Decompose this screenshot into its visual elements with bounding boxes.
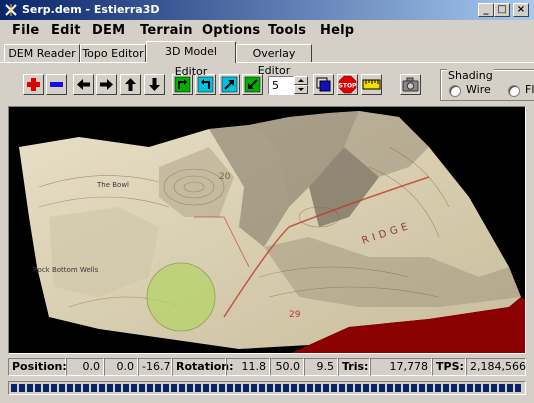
render-icon: [316, 77, 331, 92]
tilt-up-icon: [221, 76, 238, 93]
pan-down-icon: [149, 78, 160, 91]
tab-topo-editor[interactable]: Topo Editor: [80, 44, 146, 63]
zoom-in-button[interactable]: [23, 74, 44, 95]
menu-help[interactable]: Help: [320, 23, 354, 38]
render-progress-bar: [8, 381, 526, 395]
zoom-in-icon: [27, 78, 40, 91]
toolbar: 5 STOP Shading Wire Fl: [0, 63, 534, 104]
menu-dem[interactable]: DEM: [92, 23, 125, 38]
status-bar: Position: 0.0 0.0 -16.7 Rotation: 11.8 5…: [8, 358, 526, 376]
shading-group: Shading Wire Fl: [440, 69, 534, 101]
tps-value: 2,184,566: [466, 358, 526, 376]
tris-label: Tris:: [338, 358, 370, 376]
wire-label[interactable]: Wire: [466, 83, 491, 96]
pan-up-icon: [125, 78, 136, 91]
rotation-label: Rotation:: [172, 358, 234, 376]
ruler-icon: [362, 79, 381, 90]
rotation-z: 9.5: [304, 358, 338, 376]
camera-icon: [402, 77, 419, 92]
stop-button[interactable]: STOP: [337, 74, 358, 95]
tilt-down-button[interactable]: [242, 74, 263, 95]
position-x: 0.0: [66, 358, 104, 376]
pan-down-button[interactable]: [144, 74, 165, 95]
pan-right-icon: [100, 79, 113, 90]
flat-label[interactable]: Fl: [525, 83, 534, 96]
tab-dem-reader[interactable]: DEM Reader: [4, 44, 80, 63]
terrain-model: 20 29 RIDGE The Bowl Rock Bottom Wells: [19, 111, 525, 353]
svg-text:STOP: STOP: [339, 83, 357, 90]
minimize-button[interactable]: _: [478, 3, 494, 17]
step-input[interactable]: 5: [268, 76, 294, 95]
title-bar: Serp.dem - Estierra3D _ □ ×: [0, 0, 534, 20]
step-spinner: [294, 76, 308, 95]
zoom-out-icon: [50, 82, 63, 87]
tilt-up-button[interactable]: [219, 74, 240, 95]
tps-label: TPS:: [432, 358, 466, 376]
maximize-button[interactable]: □: [494, 3, 510, 17]
position-label: Position:: [8, 358, 67, 376]
menu-edit[interactable]: Edit: [51, 23, 81, 38]
tab-3d-model-editor[interactable]: 3D Model Editor: [146, 41, 236, 78]
position-y: 0.0: [104, 358, 138, 376]
step-down-button[interactable]: [294, 85, 308, 94]
map-label-wells: Rock Bottom Wells: [33, 266, 99, 274]
rotation-y: 50.0: [270, 358, 304, 376]
menu-tools[interactable]: Tools: [268, 23, 306, 38]
window-title: Serp.dem - Estierra3D: [22, 3, 160, 16]
menu-bar: File Edit DEM Terrain Options Tools Help: [0, 20, 534, 41]
tab-overlay-editor[interactable]: Overlay Editor: [236, 44, 312, 77]
tab-strip: DEM Reader Topo Editor 3D Model Editor O…: [0, 41, 534, 78]
stop-icon: STOP: [339, 75, 357, 94]
flat-radio[interactable]: [508, 85, 520, 97]
pan-right-button[interactable]: [96, 74, 117, 95]
close-button[interactable]: ×: [513, 3, 529, 17]
terrain-viewport[interactable]: 20 29 RIDGE The Bowl Rock Bottom Wells: [8, 106, 526, 354]
wire-radio[interactable]: [449, 85, 461, 97]
snapshot-button[interactable]: [400, 74, 421, 95]
position-z: -16.7: [138, 358, 172, 376]
app-icon: [5, 4, 17, 16]
menu-terrain[interactable]: Terrain: [140, 23, 193, 38]
map-label-bowl: The Bowl: [96, 181, 129, 189]
ruler-button[interactable]: [361, 74, 382, 95]
shading-label: Shading: [447, 69, 494, 82]
menu-options[interactable]: Options: [202, 23, 260, 38]
tilt-down-icon: [244, 76, 261, 93]
pan-left-icon: [77, 79, 90, 90]
rotation-x: 11.8: [226, 358, 270, 376]
step-up-button[interactable]: [294, 76, 308, 85]
pan-left-button[interactable]: [73, 74, 94, 95]
tris-value: 17,778: [370, 358, 432, 376]
menu-file[interactable]: File: [12, 23, 39, 38]
map-label-29: 29: [289, 310, 301, 320]
zoom-out-button[interactable]: [46, 74, 67, 95]
render-button[interactable]: [313, 74, 334, 95]
map-label-20: 20: [219, 172, 231, 182]
pan-up-button[interactable]: [120, 74, 141, 95]
progress-fill: [11, 384, 523, 392]
